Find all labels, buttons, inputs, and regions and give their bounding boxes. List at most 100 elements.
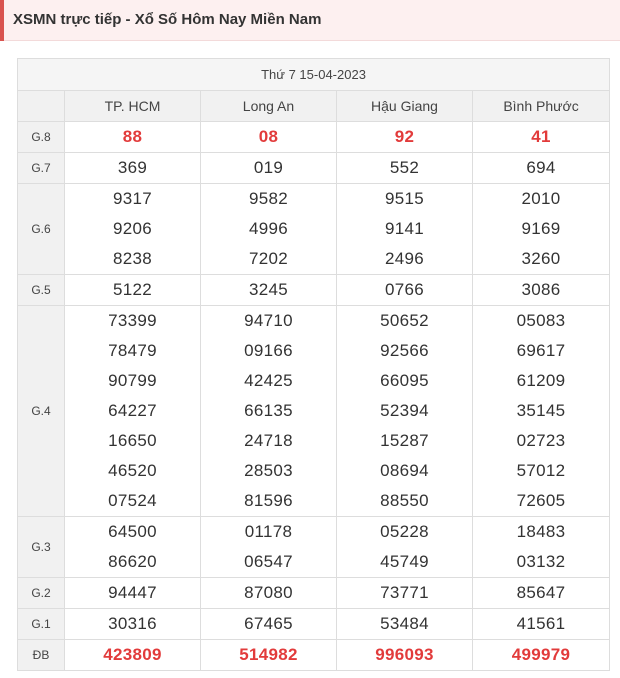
result-number: 50652 xyxy=(380,311,429,330)
result-number: 7202 xyxy=(248,249,289,268)
result-number: 07524 xyxy=(108,491,157,510)
result-number: 28503 xyxy=(244,461,293,480)
result-number: 9169 xyxy=(521,219,561,238)
prize-row: G.1 30316 67465 53484 41561 xyxy=(17,608,611,640)
prize-row: G.2 94447 87080 73771 85647 xyxy=(17,577,611,609)
result-cell: 019 xyxy=(200,152,337,184)
result-cell: 9582 4996 7202 xyxy=(200,183,337,275)
result-cell: 514982 xyxy=(200,639,337,671)
result-number: 73399 xyxy=(108,311,157,330)
result-number: 15287 xyxy=(380,431,429,450)
result-cell: 88 xyxy=(64,121,201,153)
result-number: 019 xyxy=(253,158,284,177)
result-number: 09166 xyxy=(244,341,293,360)
result-cell: 41 xyxy=(471,121,611,153)
province-header-row: TP. HCM Long An Hậu Giang Bình Phước xyxy=(17,90,611,122)
result-cell: 05083 69617 61209 35145 02723 57012 72605 xyxy=(471,305,611,517)
result-cell: 0766 xyxy=(336,274,473,306)
prize-row: G.7 369 019 552 694 xyxy=(17,152,611,184)
province-name[interactable]: Long An xyxy=(200,90,337,122)
result-number: 46520 xyxy=(108,461,157,480)
prize-row: G.6 9317 9206 8238 9582 4996 7202 9515 9141 2496 2… xyxy=(17,183,611,275)
result-number: 67465 xyxy=(244,614,293,633)
result-cell: 30316 xyxy=(64,608,201,640)
draw-date: Thứ 7 15-04-2023 xyxy=(16,58,611,91)
result-number: 05228 xyxy=(380,522,429,541)
result-number: 3260 xyxy=(521,249,561,268)
result-number: 18483 xyxy=(516,522,566,541)
result-cell: 94710 09166 42425 66135 24718 28503 81596 xyxy=(200,305,337,517)
result-number: 9515 xyxy=(384,189,425,208)
result-cell: 92 xyxy=(336,121,473,153)
result-cell: 694 xyxy=(471,152,611,184)
result-number: 369 xyxy=(117,158,148,177)
result-cell: 18483 03132 xyxy=(471,516,611,578)
result-number: 05083 xyxy=(516,311,566,330)
result-number: 423809 xyxy=(103,645,162,664)
province-name[interactable]: TP. HCM xyxy=(64,90,201,122)
result-number: 45749 xyxy=(380,552,429,571)
result-cell: 64500 86620 xyxy=(64,516,201,578)
result-cell: 9317 9206 8238 xyxy=(64,183,201,275)
result-cell: 369 xyxy=(64,152,201,184)
result-number: 3086 xyxy=(521,280,561,299)
result-cell: 53484 xyxy=(336,608,473,640)
result-cell: 08 xyxy=(200,121,337,153)
prize-row: G.4 73399 78479 90799 64227 16650 46520 07524 94… xyxy=(17,305,611,517)
result-number: 996093 xyxy=(375,645,434,664)
result-number: 66135 xyxy=(244,401,293,420)
result-number: 92 xyxy=(394,127,415,146)
province-name[interactable]: Hậu Giang xyxy=(336,90,473,122)
result-number: 94447 xyxy=(108,583,157,602)
result-cell: 73399 78479 90799 64227 16650 46520 07524 xyxy=(64,305,201,517)
result-number: 8238 xyxy=(112,249,153,268)
result-number: 30316 xyxy=(108,614,157,633)
result-cell: 9515 9141 2496 xyxy=(336,183,473,275)
prize-label: G.7 xyxy=(17,152,65,184)
result-number: 41 xyxy=(531,127,551,146)
result-cell: 499979 xyxy=(471,639,611,671)
result-cell: 5122 xyxy=(64,274,201,306)
result-number: 514982 xyxy=(239,645,298,664)
result-number: 92566 xyxy=(380,341,429,360)
result-number: 06547 xyxy=(244,552,293,571)
prize-row: G.3 64500 86620 01178 06547 05228 45749 18483 03… xyxy=(17,516,611,578)
result-number: 3245 xyxy=(248,280,289,299)
result-cell: 87080 xyxy=(200,577,337,609)
result-cell: 94447 xyxy=(64,577,201,609)
prize-label: G.6 xyxy=(17,183,65,275)
result-number: 4996 xyxy=(248,219,289,238)
result-cell: 552 xyxy=(336,152,473,184)
result-number: 66095 xyxy=(380,371,429,390)
result-cell: 996093 xyxy=(336,639,473,671)
result-number: 69617 xyxy=(516,341,566,360)
result-number: 02723 xyxy=(516,431,566,450)
province-name[interactable]: Bình Phước xyxy=(471,90,611,122)
prize-label: G.3 xyxy=(17,516,65,578)
result-number: 16650 xyxy=(108,431,157,450)
result-number: 9206 xyxy=(112,219,153,238)
result-number: 72605 xyxy=(516,491,566,510)
result-cell: 3086 xyxy=(471,274,611,306)
result-number: 61209 xyxy=(516,371,566,390)
result-number: 86620 xyxy=(108,552,157,571)
result-number: 64500 xyxy=(108,522,157,541)
result-number: 499979 xyxy=(511,645,571,664)
result-number: 35145 xyxy=(516,401,566,420)
result-number: 42425 xyxy=(244,371,293,390)
result-cell: 05228 45749 xyxy=(336,516,473,578)
result-number: 5122 xyxy=(112,280,153,299)
prize-label: G.5 xyxy=(17,274,65,306)
result-number: 88550 xyxy=(380,491,429,510)
result-cell: 01178 06547 xyxy=(200,516,337,578)
result-cell: 3245 xyxy=(200,274,337,306)
result-number: 90799 xyxy=(108,371,157,390)
result-number: 694 xyxy=(526,158,556,177)
result-number: 08694 xyxy=(380,461,429,480)
result-cell: 73771 xyxy=(336,577,473,609)
result-number: 08 xyxy=(258,127,279,146)
result-number: 87080 xyxy=(244,583,293,602)
result-number: 53484 xyxy=(380,614,429,633)
result-number: 9317 xyxy=(112,189,153,208)
result-number: 78479 xyxy=(108,341,157,360)
